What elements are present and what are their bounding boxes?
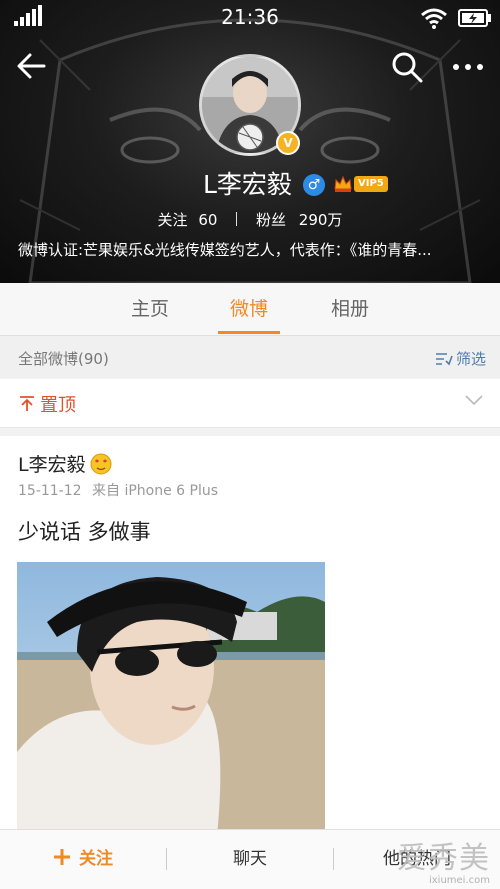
back-arrow-icon[interactable] bbox=[14, 48, 50, 84]
post-photo[interactable] bbox=[17, 562, 325, 836]
followers-label: 粉丝 bbox=[256, 211, 287, 229]
following-label: 关注 bbox=[157, 211, 188, 229]
stats-divider bbox=[236, 212, 238, 226]
tab-album[interactable]: 相册 bbox=[300, 283, 400, 335]
profile-name: L李宏毅 bbox=[203, 170, 292, 199]
profile-tabs: 主页 微博 相册 bbox=[0, 283, 500, 336]
pinned-text: 置顶 bbox=[40, 395, 76, 416]
active-tab-indicator bbox=[218, 331, 280, 334]
pinned-row[interactable]: 置顶 bbox=[0, 379, 500, 428]
gender-icon: ♂ bbox=[303, 174, 325, 196]
filter-bar: 全部微博(90) 筛选 bbox=[0, 336, 500, 378]
post-meta: 15-11-12 来自 iPhone 6 Plus bbox=[18, 480, 218, 500]
tab-weibo[interactable]: 微博 bbox=[199, 283, 299, 335]
following-count: 60 bbox=[198, 211, 218, 229]
vip-badge[interactable]: VIP5 bbox=[333, 172, 388, 196]
search-icon[interactable] bbox=[390, 50, 424, 84]
pinned-label: 置顶 bbox=[18, 391, 76, 417]
filter-label: 筛选 bbox=[455, 350, 486, 368]
filter-icon bbox=[435, 352, 453, 365]
post-date: 15-11-12 bbox=[18, 483, 82, 499]
status-bar: 21:36 bbox=[0, 0, 500, 36]
emoji-icon bbox=[90, 453, 112, 474]
wifi-icon bbox=[421, 8, 447, 29]
all-posts-count[interactable]: 全部微博(90) bbox=[18, 348, 109, 369]
post-source: 来自 iPhone 6 Plus bbox=[92, 483, 219, 499]
chevron-down-icon[interactable] bbox=[464, 393, 484, 407]
post-text: 少说话 多做事 bbox=[18, 520, 151, 544]
tab-home[interactable]: 主页 bbox=[100, 283, 200, 335]
followers-stat[interactable]: 粉丝 290万 bbox=[256, 211, 342, 229]
post-author-name: L李宏毅 bbox=[18, 454, 86, 476]
profile-bio: 微博认证:芒果娱乐&光线传媒签约艺人，代表作：《谁的青春... bbox=[18, 241, 432, 259]
pin-icon bbox=[20, 396, 34, 411]
follow-button[interactable]: 关注 bbox=[0, 830, 166, 889]
plus-icon bbox=[54, 849, 70, 865]
profile-stats: 关注 60 粉丝 290万 bbox=[0, 209, 500, 230]
verified-badge: V bbox=[276, 131, 300, 155]
profile-header: 21:36 V L李宏毅 ♂ VIP5 关注 60 粉丝 290万 微博认证:芒… bbox=[0, 0, 500, 283]
more-icon[interactable] bbox=[448, 50, 488, 84]
post-author[interactable]: L李宏毅 bbox=[18, 450, 113, 477]
following-stat[interactable]: 关注 60 bbox=[158, 211, 223, 229]
followers-count: 290万 bbox=[298, 211, 343, 229]
follow-label: 关注 bbox=[79, 849, 113, 869]
watermark-url: ixiumei.com bbox=[428, 875, 490, 886]
watermark: 爱秀美 ixiumei.com bbox=[397, 841, 490, 887]
post-card[interactable]: L李宏毅 15-11-12 来自 iPhone 6 Plus 少说话 多做事 bbox=[0, 436, 500, 836]
filter-button[interactable]: 筛选 bbox=[435, 348, 486, 369]
vip-level-label: VIP5 bbox=[354, 176, 388, 192]
battery-icon bbox=[458, 9, 491, 27]
vip-crown-icon bbox=[334, 175, 352, 192]
watermark-text: 爱秀美 bbox=[397, 841, 490, 876]
chat-button[interactable]: 聊天 bbox=[167, 830, 333, 889]
